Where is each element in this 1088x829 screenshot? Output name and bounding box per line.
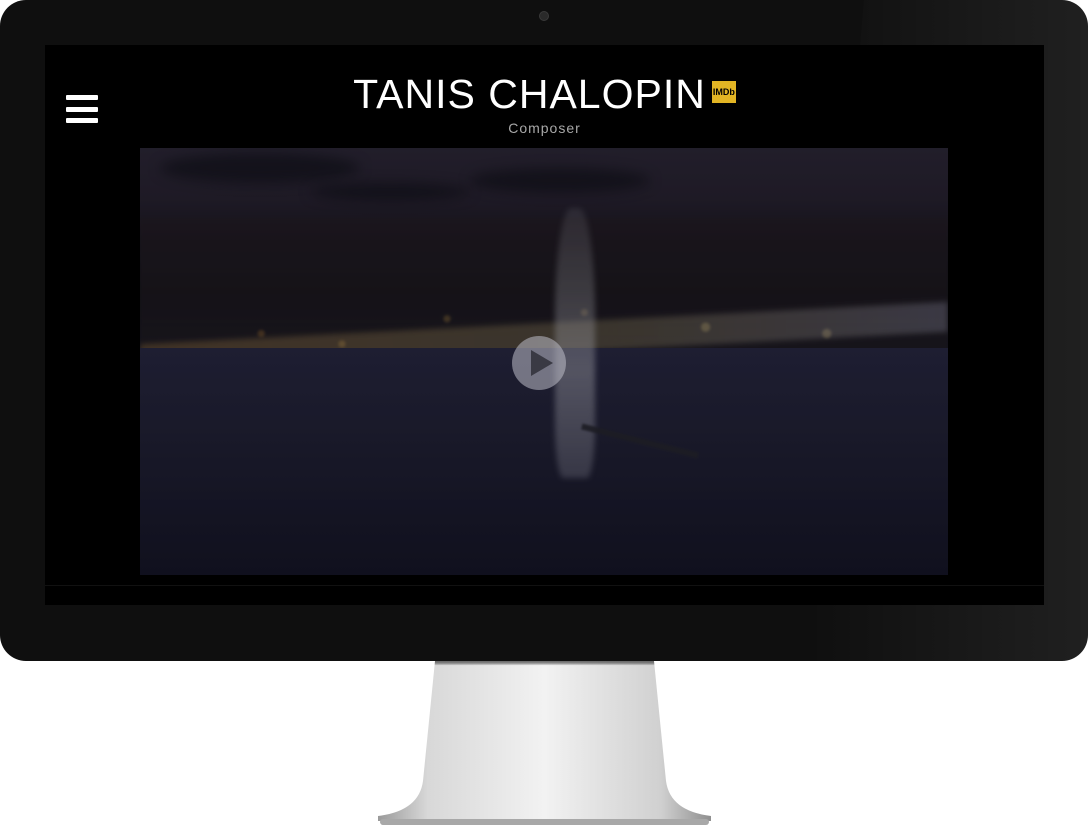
site-name[interactable]: TANIS CHALOPIN: [353, 70, 706, 118]
webcam-icon: [539, 11, 549, 21]
play-button[interactable]: [512, 336, 566, 390]
play-icon: [530, 350, 553, 376]
monitor-bezel: TANIS CHALOPIN IMDb Composer: [0, 0, 1088, 661]
title-row: TANIS CHALOPIN IMDb: [353, 70, 736, 118]
video-player[interactable]: [140, 148, 948, 575]
site-subtitle: Composer: [508, 120, 581, 136]
screen-footer-strip: [45, 585, 1044, 605]
site-header: TANIS CHALOPIN IMDb Composer: [45, 70, 1044, 136]
website-screen: TANIS CHALOPIN IMDb Composer: [45, 45, 1044, 605]
imdb-link-icon[interactable]: IMDb: [711, 81, 736, 103]
monitor-stand: [378, 661, 711, 825]
